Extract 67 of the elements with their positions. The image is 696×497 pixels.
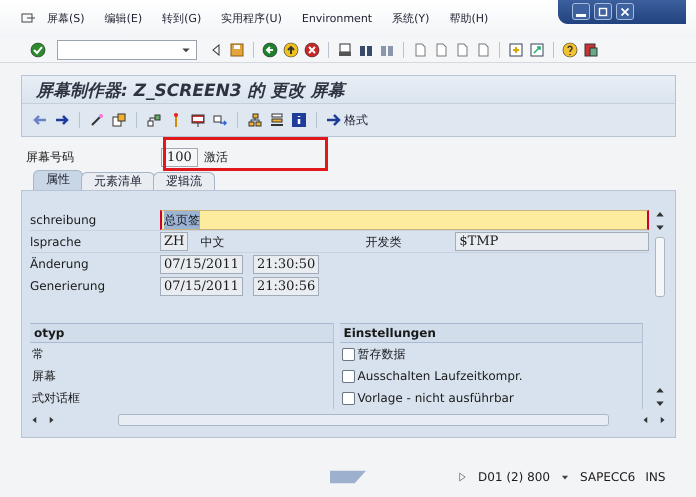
print-icon[interactable] [337,42,353,58]
status-text: 激活 [204,149,228,166]
checkbox[interactable] [342,348,354,360]
language-field[interactable]: ZH [160,232,188,251]
scrollbar-thumb[interactable] [118,414,609,426]
input-mode: INS [645,469,666,486]
layout-icon[interactable] [583,42,599,58]
minimize-icon [576,14,586,17]
group-header: Einstellungen [340,323,642,343]
new-session-icon[interactable] [508,42,524,58]
field-label: 开发类 [365,234,402,250]
menu-item[interactable]: 屏幕(S) [36,10,94,28]
option-label: Vorlage - nicht ausführbar [358,390,514,407]
tab[interactable]: 逻辑流 [153,172,215,190]
option-label: 式对话框 [32,390,80,407]
command-field[interactable] [57,40,197,60]
maximize-button[interactable] [594,3,612,20]
system-info[interactable]: D01 (2) 800 [478,468,550,486]
field-label: schreibung [30,212,98,228]
hierarchy-up-icon[interactable] [146,112,162,128]
server-name: SAPECC6 [580,469,636,486]
field-label: Änderung [30,256,90,273]
exit-icon[interactable] [283,42,299,58]
confirm-icon[interactable] [30,42,46,58]
menu-item[interactable]: 帮助(H) [438,10,498,28]
checkbox[interactable] [342,392,354,404]
menu-item[interactable]: 实用程序(U) [210,10,291,28]
help-icon[interactable] [562,42,578,58]
menu-item[interactable]: 编辑(E) [94,10,152,28]
group-header: otyp [30,323,332,343]
scrollbar-thumb[interactable] [655,237,665,297]
option-label: 暂存数据 [358,346,406,363]
menu-item[interactable]: Environment [290,10,382,28]
shortcut-icon[interactable] [529,42,545,58]
menu-item[interactable]: 系统(Y) [381,10,438,28]
screen-number-field: 100 [161,148,198,166]
close-button[interactable] [616,3,634,20]
date-field[interactable]: 07/15/2011 [160,276,243,296]
hierarchy-icon[interactable] [247,112,263,128]
info-icon[interactable] [291,112,307,128]
copy-object-icon[interactable] [111,112,127,128]
minimize-button[interactable] [572,3,590,20]
field-label: lsprache [30,234,82,250]
time-field[interactable]: 21:30:50 [252,254,320,274]
option-label: 常 [32,346,44,363]
option-label: Ausschalten Laufzeitkompr. [358,368,523,385]
format-button[interactable]: 格式 [326,111,368,129]
tab[interactable]: 属性 [33,170,83,190]
package-field: $TMP [455,232,649,251]
field-label: Generierung [30,278,106,295]
arrow-right-icon [326,112,342,128]
menu-item[interactable]: 转到(G) [151,10,210,28]
date-field[interactable]: 07/15/2011 [160,254,243,274]
edit-wand-icon[interactable] [89,112,105,128]
screen-title: 屏幕制作器: Z_SCREEN3 的 更改 屏幕 [22,76,675,104]
list-icon[interactable] [269,112,285,128]
back-icon[interactable] [262,42,278,58]
tab[interactable]: 元素清单 [81,172,155,190]
field-label: 屏幕号码 [26,149,75,166]
field-value: 总页签 [164,210,200,228]
description-field[interactable]: 总页签 [160,210,649,230]
language-name: 中文 [200,234,226,250]
cancel-icon[interactable] [304,42,320,58]
time-field[interactable]: 21:30:56 [252,276,320,296]
save-icon[interactable] [229,42,245,58]
option-label: 屏幕 [32,368,56,385]
checkbox[interactable] [342,370,354,382]
